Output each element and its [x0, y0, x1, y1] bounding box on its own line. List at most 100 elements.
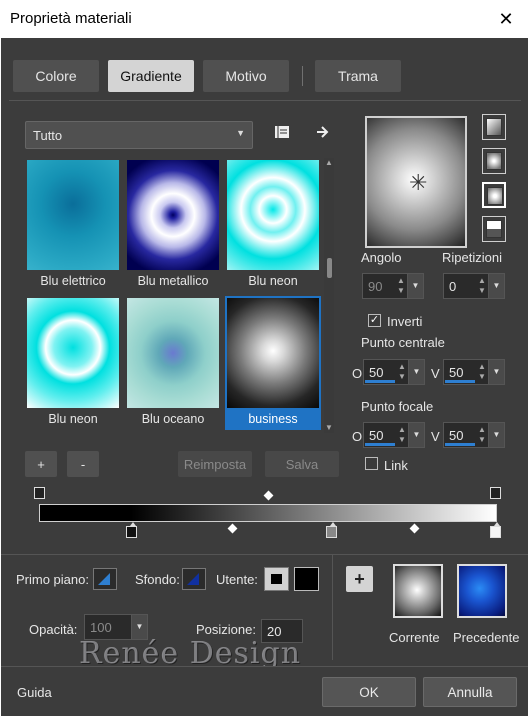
footer: Guida OK Annulla: [1, 666, 528, 716]
help-link[interactable]: Guida: [17, 685, 52, 700]
category-select[interactable]: Tutto ▼: [25, 121, 253, 149]
gallery-item-label: Blu oceano: [141, 412, 205, 426]
opacity-stop-marker[interactable]: [34, 487, 45, 499]
gallery-item-label: Blu neon: [48, 412, 98, 426]
opacity-midpoint-marker[interactable]: [263, 490, 274, 501]
tab-colore[interactable]: Colore: [13, 60, 99, 92]
divider: [332, 554, 333, 660]
gradient-editor-bar[interactable]: [39, 504, 497, 522]
center-v-value: 50: [449, 365, 464, 380]
color-stop-marker[interactable]: [126, 522, 137, 538]
chevron-down-icon[interactable]: ▼: [408, 423, 424, 447]
value-bar: [445, 443, 475, 446]
previous-label: Precedente: [453, 630, 520, 645]
foreground-swatch[interactable]: [93, 568, 117, 590]
spin-arrows-icon[interactable]: ▲ ▼: [476, 276, 488, 296]
gradient-thumbnail: [227, 160, 319, 270]
chevron-down-icon[interactable]: ▼: [407, 274, 423, 298]
user-color-alt-swatch[interactable]: [294, 567, 319, 591]
gallery-item[interactable]: Blu neon: [225, 158, 321, 292]
spin-arrows-icon[interactable]: ▲ ▼: [395, 276, 407, 296]
tab-motivo[interactable]: Motivo: [203, 60, 289, 92]
opacity-stop-marker[interactable]: [490, 487, 501, 499]
scroll-down-icon[interactable]: ▼: [324, 423, 334, 433]
linear-style-button[interactable]: [482, 114, 506, 140]
repeats-label: Ripetizioni: [442, 250, 502, 265]
gradient-thumbnail: [227, 298, 319, 408]
chevron-down-icon[interactable]: ▼: [488, 360, 504, 384]
gallery-item[interactable]: Blu oceano: [125, 296, 221, 430]
gallery-item-selected[interactable]: business: [225, 296, 321, 430]
chevron-down-icon[interactable]: ▼: [488, 423, 504, 447]
current-label: Corrente: [389, 630, 440, 645]
center-point-icon[interactable]: ✳: [409, 172, 427, 194]
color-stop-marker[interactable]: [326, 522, 337, 538]
gradient-preview[interactable]: ✳: [365, 116, 467, 248]
chevron-down-icon[interactable]: ▼: [488, 274, 504, 298]
center-h-stepper[interactable]: 50 ▲ ▼ ▼: [363, 359, 425, 385]
rectangular-gradient-icon: [486, 152, 502, 170]
tab-gradiente[interactable]: Gradiente: [108, 60, 194, 92]
focal-v-stepper[interactable]: 50 ▲ ▼ ▼: [443, 422, 505, 448]
remove-gradient-button[interactable]: -: [67, 451, 99, 477]
value-bar: [365, 380, 395, 383]
color-midpoint-marker[interactable]: [227, 523, 238, 534]
rectangular-style-button[interactable]: [482, 148, 506, 174]
add-gradient-button[interactable]: +: [25, 451, 57, 477]
tab-trama[interactable]: Trama: [315, 60, 401, 92]
focal-point-label: Punto focale: [361, 399, 434, 414]
cancel-button[interactable]: Annulla: [423, 677, 517, 707]
angle-stepper[interactable]: 90 ▲ ▼ ▼: [362, 273, 424, 299]
gallery-item-label: Blu neon: [248, 274, 298, 288]
angle-value: 90: [368, 279, 383, 294]
previous-gradient-swatch[interactable]: [457, 564, 507, 618]
linear-gradient-icon: [486, 118, 502, 136]
chevron-down-icon: ▼: [236, 128, 245, 138]
position-label: Posizione:: [196, 622, 256, 637]
gradient-thumbnail: [27, 298, 119, 408]
spin-arrows-icon[interactable]: ▲ ▼: [476, 362, 488, 382]
notebook-icon[interactable]: [271, 122, 293, 142]
reset-button[interactable]: Reimposta: [178, 451, 252, 477]
gradient-thumbnail: [127, 298, 219, 408]
gradient-thumbnail: [27, 160, 119, 270]
chevron-down-icon[interactable]: ▼: [408, 360, 424, 384]
focal-h-stepper[interactable]: 50 ▲ ▼ ▼: [363, 422, 425, 448]
tab-separator: [302, 66, 303, 86]
center-v-stepper[interactable]: 50 ▲ ▼ ▼: [443, 359, 505, 385]
window-title: Proprietà materiali: [10, 10, 132, 27]
gallery-item[interactable]: Blu neon: [25, 296, 121, 430]
value-bar: [365, 443, 395, 446]
gallery-item[interactable]: Blu elettrico: [25, 158, 121, 292]
current-gradient-swatch[interactable]: [393, 564, 443, 618]
scrollbar-thumb[interactable]: [327, 258, 332, 278]
close-icon[interactable]: ✕: [483, 0, 529, 38]
background-swatch[interactable]: [182, 568, 206, 590]
invert-checkbox[interactable]: ✓: [368, 314, 381, 327]
sunburst-style-button[interactable]: [482, 216, 506, 242]
focal-h-value: 50: [369, 428, 384, 443]
angle-label: Angolo: [361, 250, 402, 265]
color-midpoint-marker[interactable]: [409, 523, 420, 534]
gallery-scrollbar[interactable]: ▲ ▼: [324, 158, 334, 433]
radial-style-button[interactable]: [482, 182, 506, 208]
repeats-stepper[interactable]: 0 ▲ ▼ ▼: [443, 273, 505, 299]
user-color-swatch[interactable]: [264, 567, 289, 591]
background-label: Sfondo:: [135, 572, 180, 587]
arrow-right-icon[interactable]: [312, 122, 334, 142]
scroll-up-icon[interactable]: ▲: [324, 158, 334, 168]
value-bar: [445, 380, 475, 383]
color-stop-marker[interactable]: [490, 522, 501, 538]
spin-arrows-icon[interactable]: ▲ ▼: [396, 362, 408, 382]
save-button[interactable]: Salva: [265, 451, 339, 477]
user-color-icon: [271, 574, 282, 584]
link-checkbox[interactable]: [365, 457, 378, 470]
gallery-item[interactable]: Blu metallico: [125, 158, 221, 292]
add-to-swatches-button[interactable]: +: [346, 566, 373, 592]
spin-arrows-icon[interactable]: ▲ ▼: [396, 425, 408, 445]
spin-arrows-icon[interactable]: ▲ ▼: [476, 425, 488, 445]
gallery-item-label: Blu metallico: [137, 274, 209, 288]
repeats-value: 0: [449, 279, 457, 294]
ok-button[interactable]: OK: [322, 677, 416, 707]
divider: [9, 100, 521, 101]
